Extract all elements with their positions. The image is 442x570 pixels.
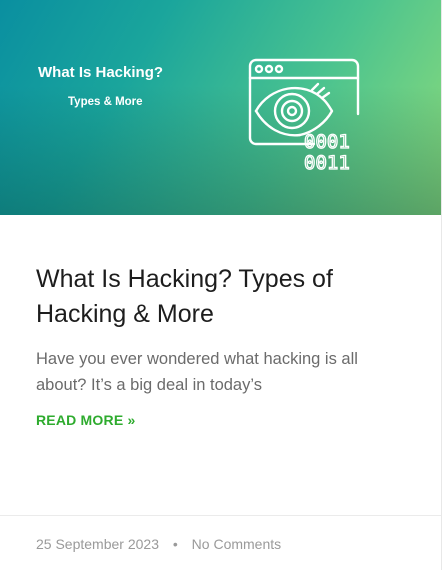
binary-text-bottom: 0011 — [304, 152, 350, 174]
thumbnail-overlay — [0, 0, 441, 215]
comments-link[interactable]: No Comments — [192, 536, 281, 552]
post-thumbnail[interactable]: What Is Hacking? Types & More 0001 0011 — [0, 0, 441, 215]
post-title: What Is Hacking? Types of Hacking & More — [36, 262, 406, 332]
post-date: 25 September 2023 — [36, 536, 159, 552]
read-more-link[interactable]: READ MORE » — [36, 412, 135, 428]
post-content: What Is Hacking? Types of Hacking & More… — [36, 262, 406, 430]
post-card: What Is Hacking? Types & More 0001 0011 … — [0, 0, 442, 570]
meta-divider — [0, 515, 441, 516]
post-excerpt: Have you ever wondered what hacking is a… — [36, 350, 358, 394]
meta-separator: • — [172, 536, 178, 552]
thumbnail-title: What Is Hacking? — [38, 64, 164, 81]
post-title-link[interactable]: What Is Hacking? Types of Hacking & More — [36, 265, 333, 328]
thumbnail-subtitle: Types & More — [68, 96, 143, 108]
hacking-eye-binary-icon: 0001 0011 — [248, 58, 360, 174]
post-meta: 25 September 2023 • No Comments — [36, 536, 281, 552]
binary-text-top: 0001 — [304, 131, 350, 153]
